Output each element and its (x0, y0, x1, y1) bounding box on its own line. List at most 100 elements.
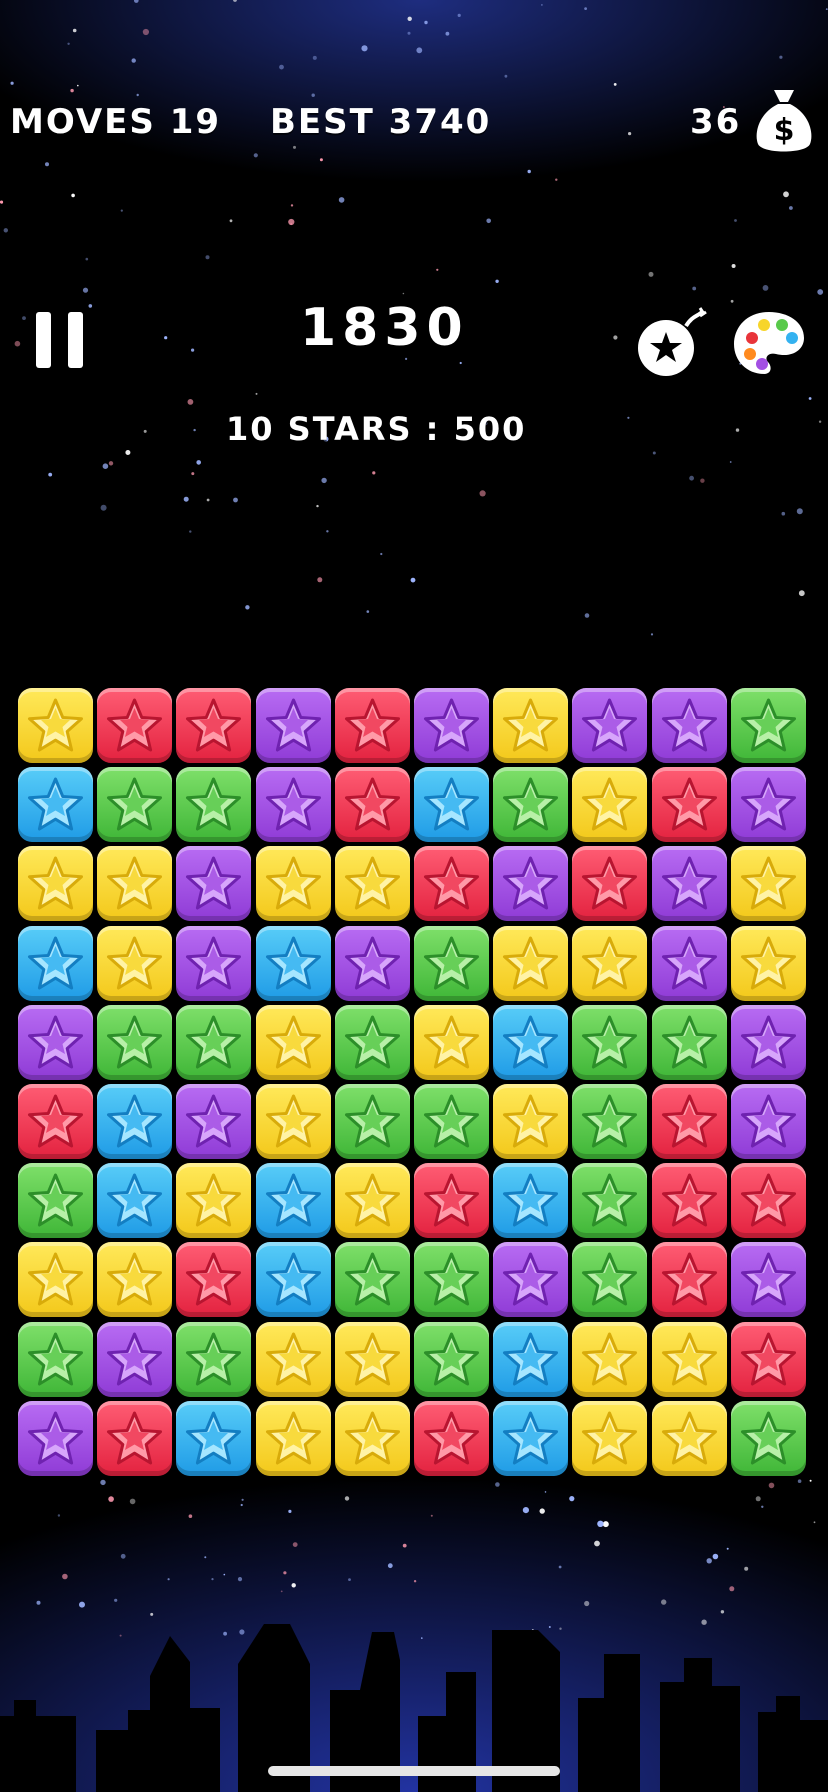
star-tile-red[interactable] (176, 688, 252, 763)
star-tile-blue[interactable] (97, 1163, 173, 1239)
star-tile-blue[interactable] (493, 1004, 569, 1080)
star-tile-yellow[interactable] (97, 1242, 173, 1318)
star-tile-green[interactable] (572, 1163, 648, 1239)
star-tile-purple[interactable] (493, 846, 569, 922)
star-tile-green[interactable] (572, 1242, 648, 1318)
star-tile-yellow[interactable] (18, 846, 93, 922)
star-tile-red[interactable] (572, 846, 648, 922)
star-tile-purple[interactable] (255, 767, 331, 843)
star-tile-green[interactable] (97, 767, 173, 843)
star-tile-purple[interactable] (255, 688, 331, 763)
star-tile-blue[interactable] (255, 1163, 331, 1239)
paint-palette-icon[interactable] (732, 308, 806, 378)
star-tile-red[interactable] (651, 1084, 727, 1159)
star-tile-yellow[interactable] (493, 925, 569, 1001)
star-tile-blue[interactable] (18, 925, 93, 1001)
star-tile-green[interactable] (18, 1321, 93, 1397)
star-tile-purple[interactable] (572, 688, 648, 763)
star-tile-yellow[interactable] (255, 846, 331, 922)
star-tile-purple[interactable] (651, 846, 727, 922)
star-tile-green[interactable] (97, 1004, 173, 1080)
star-tile-purple[interactable] (730, 1004, 806, 1080)
star-tile-green[interactable] (334, 1084, 410, 1159)
star-tile-green[interactable] (176, 1321, 252, 1397)
star-tile-purple[interactable] (97, 1321, 173, 1397)
star-tile-purple[interactable] (176, 846, 252, 922)
star-tile-red[interactable] (730, 1163, 806, 1239)
star-tile-red[interactable] (176, 1242, 252, 1318)
star-tile-red[interactable] (651, 1242, 727, 1318)
star-tile-yellow[interactable] (572, 925, 648, 1001)
star-tile-yellow[interactable] (334, 1400, 410, 1476)
star-tile-yellow[interactable] (730, 925, 806, 1001)
star-tile-yellow[interactable] (572, 767, 648, 843)
pause-button[interactable] (28, 308, 92, 372)
star-tile-yellow[interactable] (572, 1400, 648, 1476)
star-tile-yellow[interactable] (255, 1400, 331, 1476)
star-tile-red[interactable] (97, 1400, 173, 1476)
star-tile-red[interactable] (334, 688, 410, 763)
star-tile-green[interactable] (730, 1400, 806, 1476)
star-tile-red[interactable] (18, 1084, 93, 1159)
star-tile-yellow[interactable] (255, 1004, 331, 1080)
home-indicator[interactable] (268, 1766, 560, 1776)
star-tile-yellow[interactable] (493, 1084, 569, 1159)
star-tile-green[interactable] (414, 1242, 489, 1318)
star-tile-red[interactable] (730, 1321, 806, 1397)
star-tile-purple[interactable] (730, 1242, 806, 1318)
star-tile-yellow[interactable] (97, 846, 173, 922)
star-tile-blue[interactable] (493, 1400, 569, 1476)
star-tile-purple[interactable] (18, 1400, 93, 1476)
star-tile-red[interactable] (651, 1163, 727, 1239)
star-tile-blue[interactable] (255, 925, 331, 1001)
star-tile-green[interactable] (334, 1004, 410, 1080)
star-tile-purple[interactable] (651, 688, 727, 763)
star-tile-purple[interactable] (651, 925, 727, 1001)
star-tile-blue[interactable] (493, 1321, 569, 1397)
star-tile-green[interactable] (730, 688, 806, 763)
star-tile-yellow[interactable] (255, 1321, 331, 1397)
star-tile-green[interactable] (572, 1004, 648, 1080)
star-tile-red[interactable] (414, 846, 489, 922)
star-tile-red[interactable] (651, 767, 727, 843)
star-tile-yellow[interactable] (97, 925, 173, 1001)
star-tile-green[interactable] (414, 1321, 489, 1397)
star-tile-yellow[interactable] (334, 1321, 410, 1397)
star-tile-yellow[interactable] (414, 1004, 489, 1080)
star-tile-green[interactable] (414, 925, 489, 1001)
star-tile-purple[interactable] (176, 1084, 252, 1159)
star-tile-red[interactable] (414, 1163, 489, 1239)
star-tile-yellow[interactable] (730, 846, 806, 922)
star-tile-purple[interactable] (176, 925, 252, 1001)
star-tile-yellow[interactable] (334, 846, 410, 922)
star-tile-purple[interactable] (730, 1084, 806, 1159)
star-tile-yellow[interactable] (255, 1084, 331, 1159)
star-tile-yellow[interactable] (18, 1242, 93, 1318)
star-tile-yellow[interactable] (493, 688, 569, 763)
star-tile-purple[interactable] (414, 688, 489, 763)
star-tile-yellow[interactable] (651, 1400, 727, 1476)
star-tile-green[interactable] (176, 1004, 252, 1080)
star-tile-green[interactable] (493, 767, 569, 843)
star-tile-green[interactable] (176, 767, 252, 843)
star-tile-purple[interactable] (334, 925, 410, 1001)
star-tile-green[interactable] (18, 1163, 93, 1239)
star-tile-blue[interactable] (255, 1242, 331, 1318)
star-tile-yellow[interactable] (176, 1163, 252, 1239)
star-tile-yellow[interactable] (572, 1321, 648, 1397)
star-tile-purple[interactable] (18, 1004, 93, 1080)
star-tile-blue[interactable] (97, 1084, 173, 1159)
star-tile-green[interactable] (334, 1242, 410, 1318)
star-tile-green[interactable] (651, 1004, 727, 1080)
star-tile-red[interactable] (414, 1400, 489, 1476)
star-tile-yellow[interactable] (651, 1321, 727, 1397)
star-bomb-icon[interactable] (634, 304, 710, 380)
star-tile-red[interactable] (334, 767, 410, 843)
star-tile-yellow[interactable] (334, 1163, 410, 1239)
star-tile-green[interactable] (572, 1084, 648, 1159)
star-tile-yellow[interactable] (18, 688, 93, 763)
star-tile-purple[interactable] (730, 767, 806, 843)
star-tile-blue[interactable] (18, 767, 93, 843)
star-tile-blue[interactable] (414, 767, 489, 843)
star-tile-green[interactable] (414, 1084, 489, 1159)
